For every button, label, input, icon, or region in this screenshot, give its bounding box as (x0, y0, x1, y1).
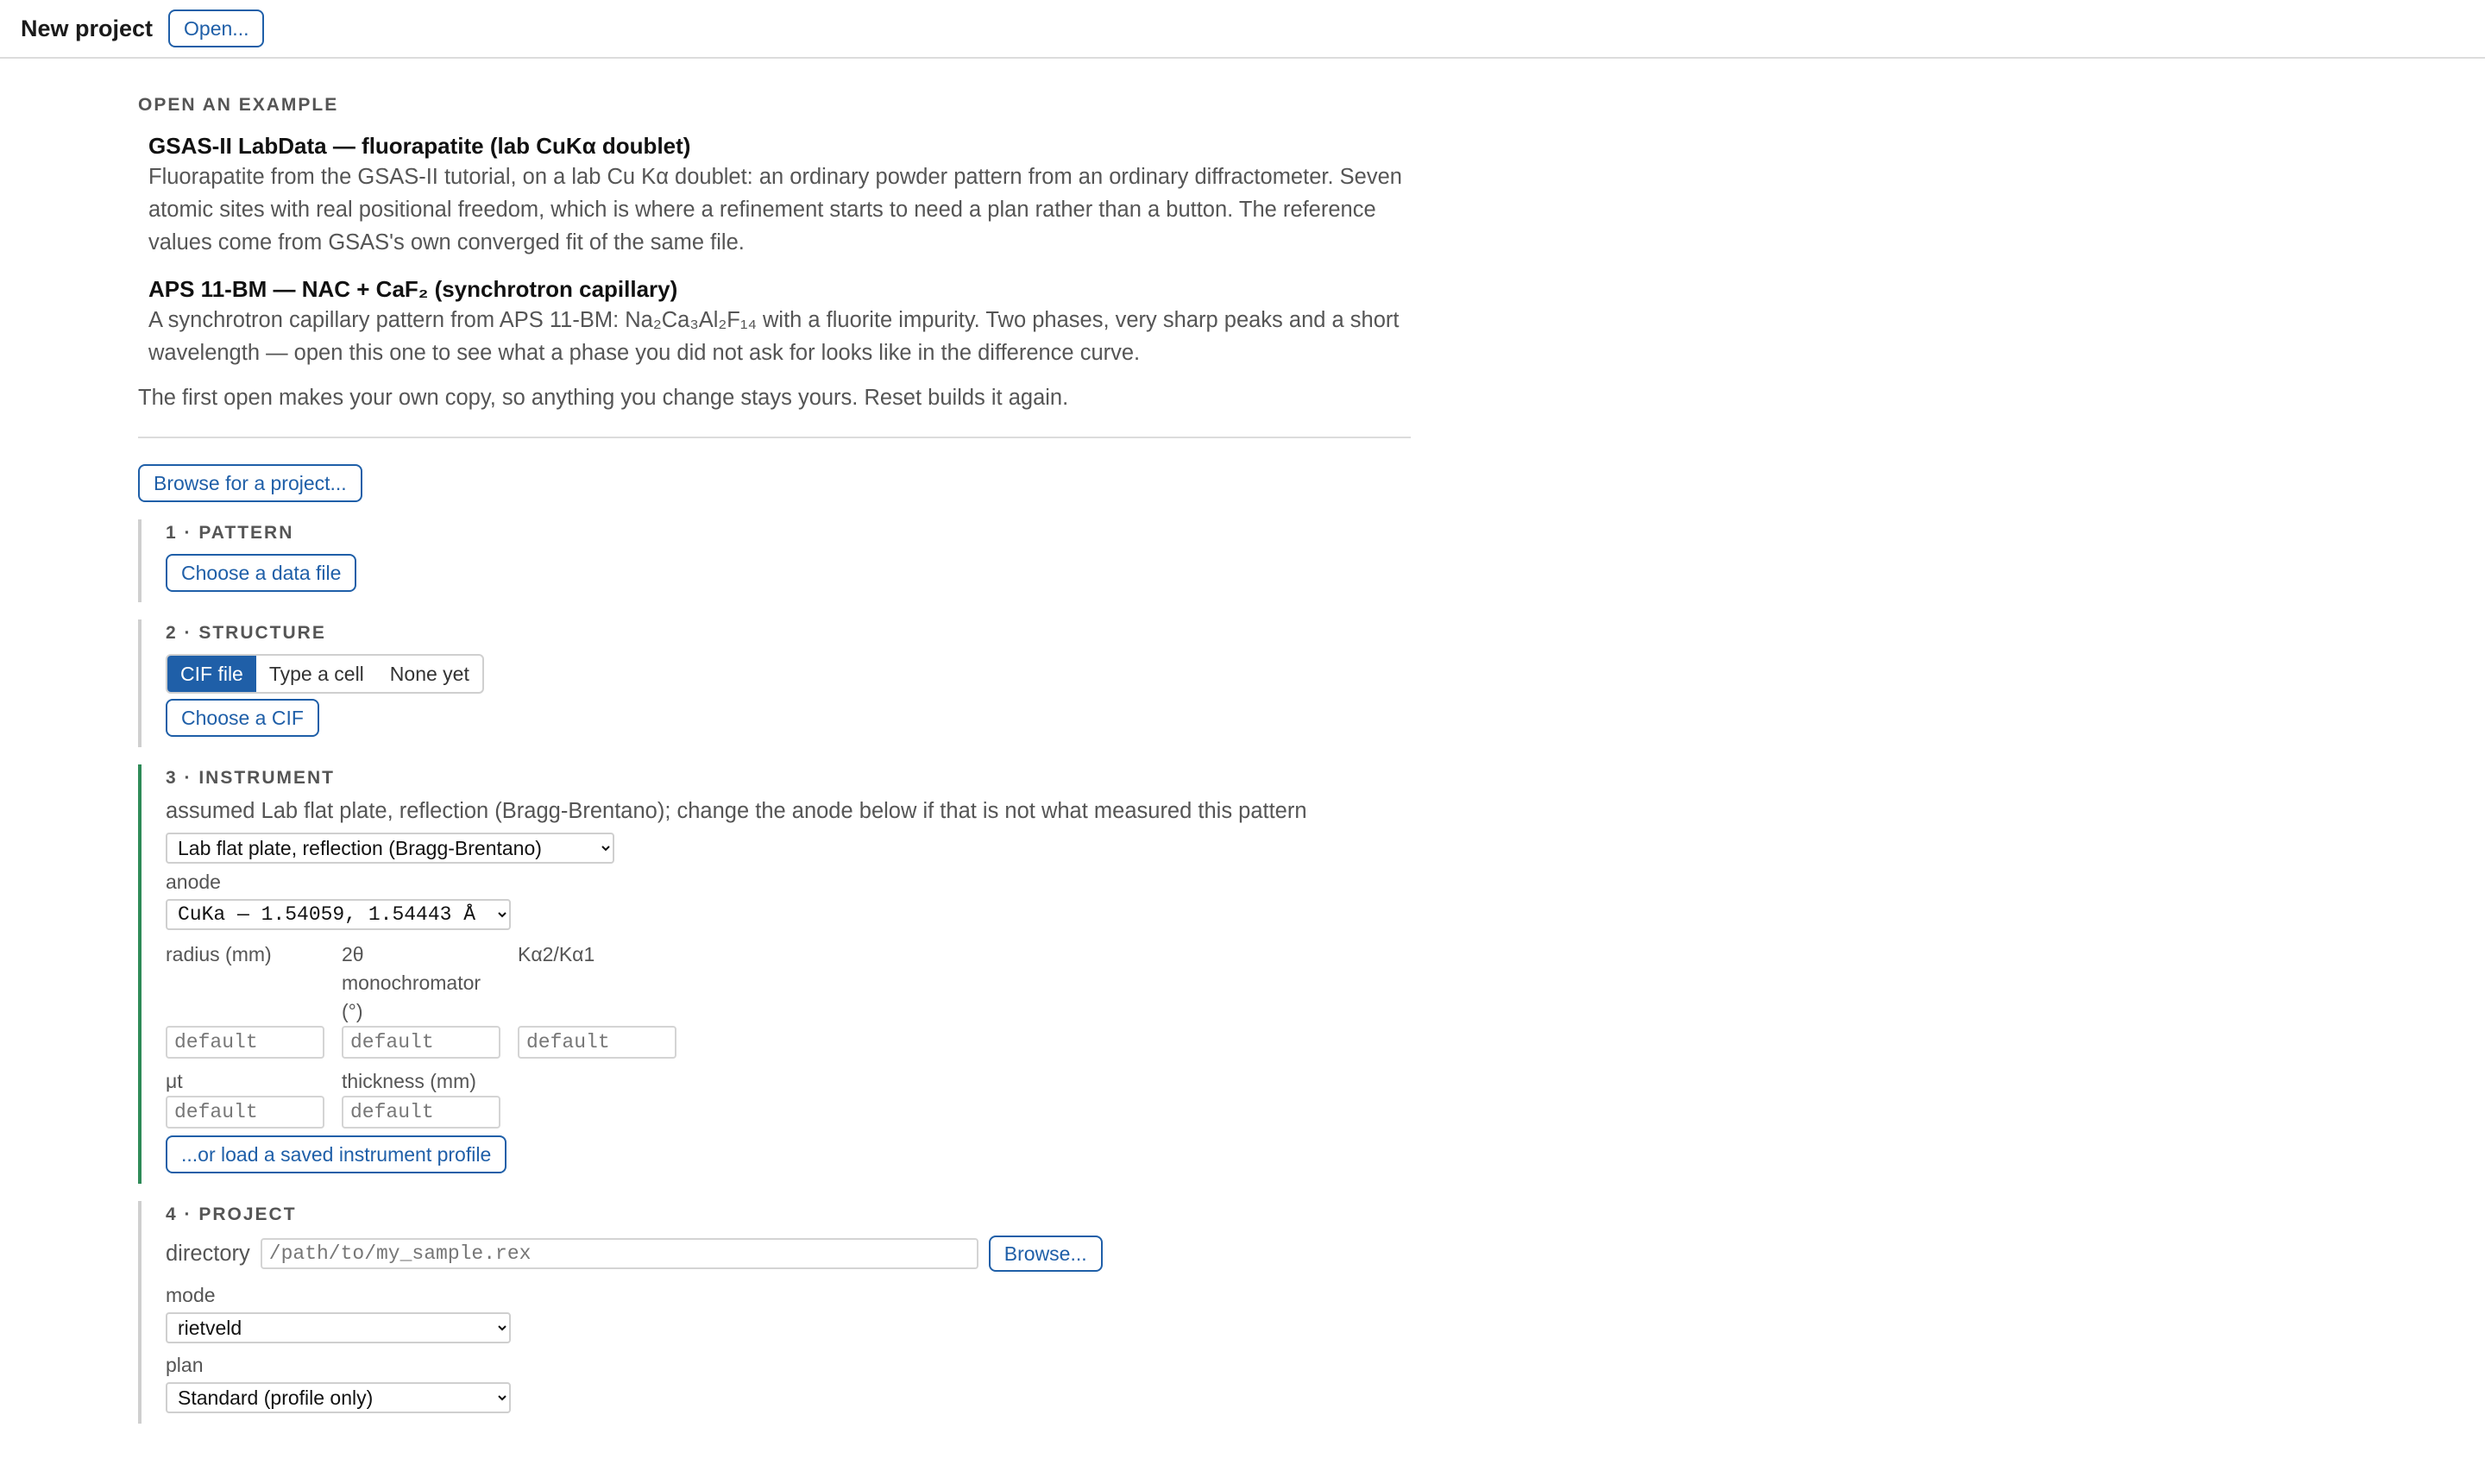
segment-none-yet[interactable]: None yet (377, 656, 482, 692)
param-mu-t: μt (166, 1067, 324, 1129)
mu-t-input[interactable] (166, 1096, 324, 1129)
instrument-params-row: radius (mm) 2θ monochromator (°) Kα2/Kα1 (166, 940, 1411, 1059)
instrument-assumption-text: assumed Lab flat plate, reflection (Brag… (166, 799, 1307, 823)
pattern-heading: 1 · PATTERN (166, 523, 294, 543)
geometry-select[interactable]: Lab flat plate, reflection (Bragg-Brenta… (166, 833, 614, 864)
radius-input[interactable] (166, 1026, 324, 1059)
browse-project-button[interactable]: Browse for a project... (138, 464, 362, 502)
monochromator-label: 2θ monochromator (°) (342, 943, 481, 1022)
main-content: OPEN AN EXAMPLE GSAS-II LabData — fluora… (138, 59, 1411, 1424)
project-heading: 4 · PROJECT (166, 1204, 297, 1224)
ka-ratio-input[interactable] (518, 1026, 676, 1059)
thickness-label: thickness (mm) (342, 1070, 476, 1092)
browse-directory-button[interactable]: Browse... (988, 1236, 1103, 1272)
anode-select[interactable]: CuKa — 1.54059, 1.54443 Å (166, 899, 511, 930)
instrument-heading: 3 · INSTRUMENT (166, 768, 335, 788)
structure-source-toggle: CIF file Type a cell None yet (166, 654, 484, 694)
param-ka-ratio: Kα2/Kα1 (518, 940, 676, 1059)
example-description: A synchrotron capillary pattern from APS… (148, 308, 1400, 365)
param-thickness: thickness (mm) (342, 1067, 500, 1129)
plan-select[interactable]: Standard (profile only) (166, 1382, 511, 1413)
page-title: New project (21, 15, 154, 41)
example-title[interactable]: APS 11-BM — NAC + CaF₂ (synchrotron capi… (148, 274, 1411, 304)
directory-row: directory Browse... (166, 1236, 1411, 1272)
param-radius: radius (mm) (166, 940, 324, 1059)
segment-type-cell[interactable]: Type a cell (256, 656, 377, 692)
structure-section: 2 · STRUCTURE CIF file Type a cell None … (138, 619, 1411, 747)
anode-label: anode (166, 871, 221, 893)
instrument-params-row: μt thickness (mm) (166, 1067, 1411, 1129)
directory-input[interactable] (260, 1238, 978, 1269)
param-monochromator: 2θ monochromator (°) (342, 940, 500, 1059)
choose-cif-button[interactable]: Choose a CIF (166, 699, 319, 737)
choose-data-file-button[interactable]: Choose a data file (166, 554, 357, 592)
example-item[interactable]: APS 11-BM — NAC + CaF₂ (synchrotron capi… (148, 274, 1411, 369)
open-button[interactable]: Open... (168, 9, 265, 47)
monochromator-input[interactable] (342, 1026, 500, 1059)
mode-select[interactable]: rietveld (166, 1312, 511, 1343)
mu-t-label: μt (166, 1070, 183, 1092)
load-instrument-profile-button[interactable]: ...or load a saved instrument profile (166, 1135, 507, 1173)
example-description: Fluorapatite from the GSAS-II tutorial, … (148, 165, 1402, 255)
copy-note: The first open makes your own copy, so a… (138, 386, 1069, 410)
project-section: 4 · PROJECT directory Browse... mode rie… (138, 1201, 1411, 1424)
header-bar: New project Open... (0, 0, 2485, 59)
directory-label: directory (166, 1241, 250, 1266)
segment-cif-file[interactable]: CIF file (167, 656, 256, 692)
ka-ratio-label: Kα2/Kα1 (518, 943, 595, 965)
instrument-section: 3 · INSTRUMENT assumed Lab flat plate, r… (138, 764, 1411, 1184)
example-item[interactable]: GSAS-II LabData — fluorapatite (lab CuKα… (148, 131, 1411, 259)
plan-label: plan (166, 1354, 204, 1376)
example-title[interactable]: GSAS-II LabData — fluorapatite (lab CuKα… (148, 131, 1411, 160)
pattern-section: 1 · PATTERN Choose a data file (138, 519, 1411, 602)
thickness-input[interactable] (342, 1096, 500, 1129)
radius-label: radius (mm) (166, 943, 272, 965)
mode-label: mode (166, 1284, 216, 1306)
structure-heading: 2 · STRUCTURE (166, 623, 326, 643)
examples-heading: OPEN AN EXAMPLE (138, 95, 339, 115)
divider (138, 437, 1411, 438)
browse-row: Browse for a project... (138, 464, 1411, 502)
